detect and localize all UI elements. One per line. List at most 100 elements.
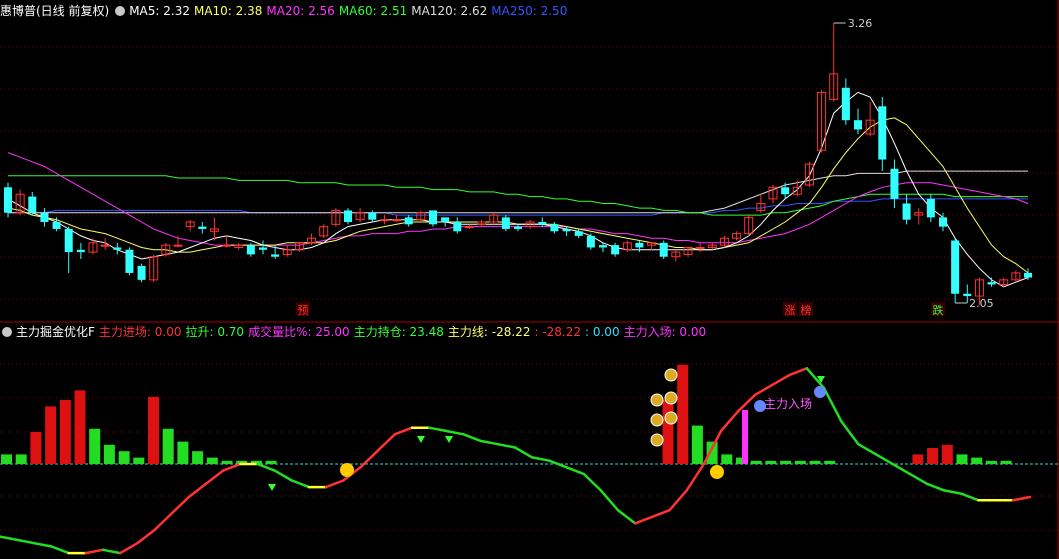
marker-text-0: 预 [298,304,309,317]
indicator-bar [59,400,71,464]
main-force-segment [942,489,963,495]
candle-body-down [113,247,122,250]
indicator-bar [677,364,689,464]
money-bag-icon [650,393,664,407]
high-price-label: 3.26 [848,17,873,30]
main-force-segment [170,495,191,515]
candle-body-down [1024,272,1032,278]
main-force-segment [582,472,603,492]
candle-body-down [137,265,146,280]
indicator-bar [691,425,703,464]
indicator-bar [30,432,42,464]
main-force-segment [479,439,500,446]
smiley-face-icon [340,463,354,477]
money-bag-icon [664,391,678,405]
down-arrow-icon [417,436,425,443]
main-force-segment [0,535,19,542]
candle-body-down [890,168,899,199]
main-force-segment [427,426,448,433]
candle-body-down [963,293,972,297]
indicator-bar [765,460,777,464]
indicator-bar [45,406,57,464]
main-force-segment [651,508,671,519]
main-force-segment [376,433,397,453]
main-force-segment [273,469,294,482]
candle-body-down [259,247,267,250]
main-force-segment [221,462,242,472]
candle-body-up [464,226,474,229]
main-force-segment [771,373,791,387]
indicator-bar [706,441,718,464]
ma120-line [8,170,1028,214]
candle-body-down [76,249,85,253]
candle-body-down [501,217,510,229]
indicator-bar [103,444,115,464]
indicator-bar [133,457,145,464]
main-force-segment [668,489,688,512]
main-force-segment [908,472,929,486]
candle-body-down [574,231,583,236]
candle-body-down [538,222,547,225]
candle-body-down [562,228,571,232]
candle-body-down [550,224,559,232]
candle-body-down [586,235,595,248]
candle-body-down [611,245,620,255]
main-force-segment [685,462,706,492]
main-force-segment [891,462,912,476]
main-force-segment [788,367,809,377]
stock-chart[interactable]: 3.26 2.05 预 涨榜 跌主力入场 [0,0,1059,559]
main-force-segment [445,429,465,436]
candle-body-down [271,254,280,257]
indicator-bar [971,457,983,464]
indicator-bar [794,460,806,464]
indicator-bar [1000,460,1012,464]
candle-body-down [599,245,607,248]
candle-body-down [404,217,413,225]
smiley-face-icon [710,465,724,479]
main-force-segment [101,548,122,555]
money-bag-icon [664,368,678,382]
main-force-segment [616,508,637,525]
indicator-bar [148,396,159,464]
main-force-segment [1011,495,1032,502]
candle-body-up [222,244,232,247]
candle-body-down [951,240,960,294]
candle-body-down [344,210,352,223]
down-arrow-icon [445,436,453,443]
candle-body-down [429,210,437,225]
main-force-segment [925,482,946,492]
candle-body-down [659,242,668,257]
main-force-segment [153,512,173,532]
main-force-segment [839,419,860,446]
indicator-bar [941,444,953,464]
candle-body-down [635,242,644,248]
candle-body-down [441,217,450,223]
indicator-bar [721,454,733,464]
main-force-segment [324,479,345,489]
candle-body-down [64,228,73,253]
indicator-bar [206,457,218,464]
main-force-segment [736,393,757,413]
candle-body-down [514,226,522,229]
indicator-bar [956,454,968,464]
main-force-segment [874,452,894,466]
main-force-entry-bar [742,410,748,464]
candle-body-up [695,246,705,249]
indicator-bar [750,460,762,464]
candle-body-down [926,198,935,218]
main-force-segment [33,541,53,548]
main-force-segment [15,538,36,545]
candle-body-down [781,187,790,195]
indicator-bar [162,428,174,464]
candle-body-down [854,120,862,130]
indicator-bar [1,454,12,464]
indicator-bar [74,390,86,464]
candle-body-down [4,187,12,213]
candle-body-down [40,212,49,223]
main-force-segment [393,426,414,436]
indicator-bar [89,428,101,464]
main-force-segment [204,469,225,486]
main-force-segment [633,515,654,525]
main-force-segment [359,449,379,469]
indicator-bar [662,400,674,464]
